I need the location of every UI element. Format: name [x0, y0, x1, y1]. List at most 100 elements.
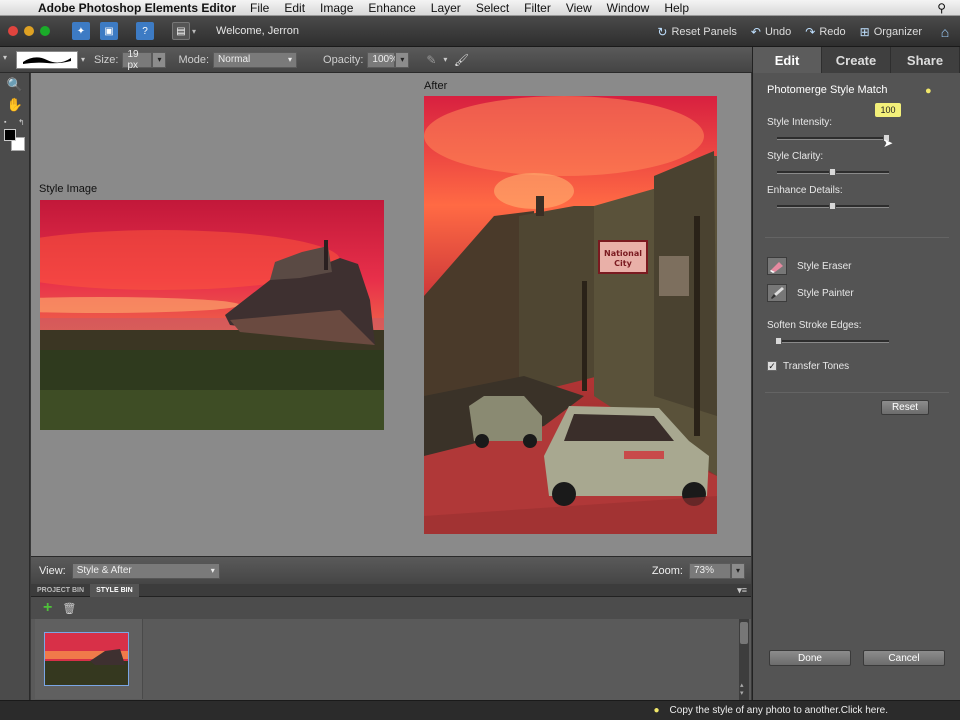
organizer-button[interactable]: ⊞ Organizer [860, 25, 922, 39]
soften-stroke-edges-knob[interactable] [775, 337, 782, 345]
home-icon[interactable]: ⌂ [936, 23, 954, 41]
airbrush-icon[interactable]: ✎ [423, 52, 439, 68]
tab-create[interactable]: Create [822, 47, 891, 73]
style-eraser-icon[interactable] [767, 257, 787, 275]
style-clarity-knob[interactable] [829, 168, 836, 176]
opacity-input[interactable]: 100% [367, 51, 398, 68]
panel-tabs: Edit Create Share [753, 47, 960, 73]
menu-filter[interactable]: Filter [524, 1, 551, 15]
hand-tool-icon[interactable]: ✋ [0, 95, 30, 115]
menu-layer[interactable]: Layer [431, 1, 461, 15]
help-icon[interactable]: ? [136, 22, 154, 40]
cancel-button[interactable]: Cancel [863, 650, 945, 666]
app-name[interactable]: Adobe Photoshop Elements Editor [38, 1, 236, 15]
undo-button[interactable]: ↶ Undo [751, 25, 791, 39]
style-clarity-slider[interactable] [777, 168, 889, 176]
menu-view[interactable]: View [566, 1, 592, 15]
style-image-photo[interactable] [40, 200, 384, 430]
menu-image[interactable]: Image [320, 1, 353, 15]
tip-lightbulb-icon[interactable]: ● [925, 85, 932, 97]
tab-share[interactable]: Share [891, 47, 960, 73]
brush-preview[interactable] [16, 50, 78, 69]
menu-file[interactable]: File [250, 1, 269, 15]
zoom-input[interactable]: 73% [689, 562, 731, 579]
spotlight-search-icon[interactable]: ⚲ [937, 1, 946, 15]
transfer-tones-label[interactable]: Transfer Tones [783, 361, 849, 372]
zoom-window-button[interactable] [40, 26, 50, 36]
redo-button[interactable]: ↷ Redo [805, 25, 845, 39]
status-hint-link[interactable]: Copy the style of any photo to another.C… [670, 705, 888, 716]
divider [765, 237, 949, 238]
save-icon[interactable]: ▣ [100, 22, 118, 40]
style-thumbnail-cell [35, 619, 143, 699]
right-panel: Edit Create Share Photomerge Style Match… [752, 47, 960, 700]
menu-window[interactable]: Window [607, 1, 650, 15]
close-window-button[interactable] [8, 26, 18, 36]
style-bin-area: ▴ ▾ [31, 619, 751, 700]
opacity-dropdown-button[interactable]: ▾ [395, 51, 410, 68]
mac-menubar: Adobe Photoshop Elements Editor File Edi… [0, 0, 960, 16]
style-clarity-label: Style Clarity: [767, 151, 824, 162]
soften-stroke-edges-slider[interactable] [775, 337, 889, 345]
swap-colors-icon[interactable]: ↰ [18, 118, 25, 127]
scroll-down-icon[interactable]: ▾ [740, 689, 744, 697]
minimize-window-button[interactable] [24, 26, 34, 36]
airbrush-chevron-icon[interactable]: ▾ [443, 55, 447, 64]
hint-lightbulb-icon: ● [653, 705, 660, 716]
enhance-details-slider[interactable] [777, 202, 889, 210]
transfer-tones-checkbox[interactable]: ✓ [767, 361, 777, 371]
zoom-label: Zoom: [651, 564, 683, 577]
reset-button[interactable]: Reset [881, 400, 929, 415]
reset-icon: ↻ [657, 24, 668, 39]
scrollbar-thumb[interactable] [740, 622, 748, 644]
foreground-color-swatch[interactable] [4, 129, 16, 141]
shipwreck-sunset-image [40, 200, 384, 430]
scroll-up-icon[interactable]: ▴ [740, 681, 744, 689]
add-style-icon[interactable]: + [43, 599, 52, 617]
done-button[interactable]: Done [769, 650, 851, 666]
shipwreck-thumbnail-image [45, 633, 128, 685]
zoom-tool-icon[interactable]: 🔍 [0, 75, 30, 95]
style-thumbnail[interactable] [44, 632, 129, 686]
view-bar: View: Style & After ▾ Zoom: 73% ▾ [31, 556, 751, 584]
svg-text:City: City [614, 259, 632, 268]
style-intensity-slider[interactable] [777, 134, 890, 142]
canvas-area: Style Image After National City [31, 73, 751, 556]
menu-select[interactable]: Select [476, 1, 509, 15]
reset-panels-button[interactable]: ↻ Reset Panels [657, 25, 737, 39]
menu-enhance[interactable]: Enhance [368, 1, 415, 15]
size-dropdown-button[interactable]: ▾ [152, 51, 167, 68]
style-painter-label[interactable]: Style Painter [797, 288, 854, 299]
tab-edit[interactable]: Edit [753, 47, 822, 73]
eraser-glyph [770, 262, 783, 273]
bin-menu-icon[interactable]: ▾≡ [737, 585, 747, 596]
zoom-dropdown-button[interactable]: ▾ [731, 562, 745, 579]
brush-dropdown-icon[interactable]: ▾ [78, 51, 88, 69]
after-image-photo[interactable]: National City [424, 96, 717, 534]
menu-help[interactable]: Help [664, 1, 689, 15]
trash-icon[interactable]: 🗑 [62, 602, 76, 615]
style-painter-icon[interactable] [767, 284, 787, 302]
style-eraser-label[interactable]: Style Eraser [797, 261, 851, 272]
tool-preset-chevron-icon[interactable]: ▾ [3, 53, 7, 62]
arrange-layout-icon[interactable]: ▤ [172, 22, 190, 40]
default-colors-icon[interactable]: ▪ [4, 119, 6, 126]
view-select[interactable]: Style & After ▾ [71, 562, 220, 579]
new-file-icon[interactable]: ✦ [72, 22, 90, 40]
undo-label: Undo [764, 25, 792, 38]
brush-settings-icon[interactable]: 🖌 [453, 52, 469, 68]
enhance-details-knob[interactable] [829, 202, 836, 210]
size-input[interactable]: 19 px [122, 49, 153, 71]
status-bar: ● Copy the style of any photo to another… [0, 700, 960, 720]
chevron-down-icon[interactable]: ▾ [192, 27, 196, 36]
intensity-tooltip: 100 [875, 103, 901, 117]
tab-project-bin[interactable]: PROJECT BIN [31, 584, 90, 597]
menu-edit[interactable]: Edit [284, 1, 305, 15]
brush-glyph [771, 287, 784, 299]
view-select-value: Style & After [76, 565, 132, 576]
opacity-label: Opacity: [323, 53, 364, 66]
bin-tabs: PROJECT BIN STYLE BIN ▾≡ [31, 583, 751, 597]
mode-label: Mode: [178, 53, 210, 66]
tab-style-bin[interactable]: STYLE BIN [90, 583, 139, 597]
bin-scrollbar[interactable]: ▴ ▾ [739, 619, 749, 700]
